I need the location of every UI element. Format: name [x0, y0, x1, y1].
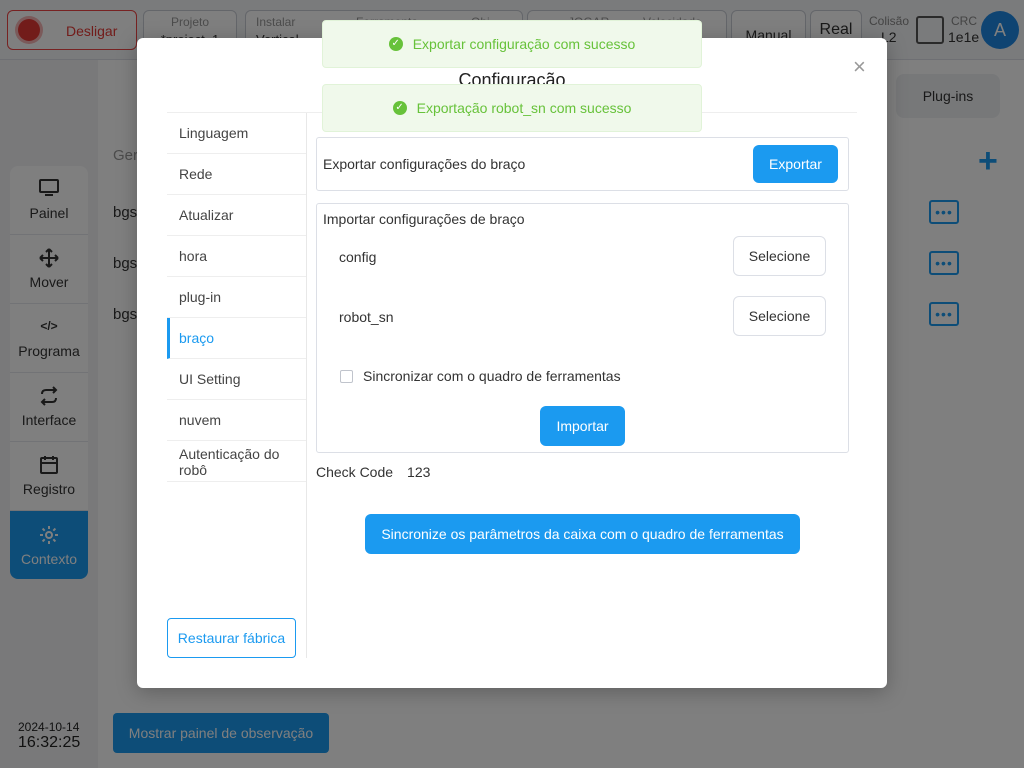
menu-item-atualizar[interactable]: Atualizar — [167, 195, 306, 236]
close-icon[interactable]: × — [853, 56, 866, 78]
check-code-label: Check Code — [316, 464, 394, 480]
select-robot-sn-button[interactable]: Selecione — [733, 296, 826, 336]
check-code: Check Code 123 — [316, 464, 430, 480]
success-toast: ✓ Exportar configuração com sucesso — [322, 20, 702, 68]
check-circle-icon: ✓ — [392, 101, 407, 115]
robot-sn-file-label: robot_sn — [339, 309, 394, 325]
toast-message: Exportar configuração com sucesso — [412, 36, 636, 52]
import-button[interactable]: Importar — [540, 406, 625, 446]
export-button-label: Exportar — [769, 156, 822, 172]
menu-item-label: braço — [179, 330, 215, 346]
settings-dialog: Configuração × Linguagem Rede Atualizar … — [137, 38, 887, 688]
import-title: Importar configurações de braço — [323, 211, 525, 227]
sync-box-params-button[interactable]: Sincronize os parâmetros da caixa com o … — [365, 514, 800, 554]
toast-message: Exportação robot_sn com sucesso — [416, 100, 632, 116]
restore-factory-button[interactable]: Restaurar fábrica — [167, 618, 296, 658]
menu-item-autenticacao[interactable]: Autenticação do robô — [167, 441, 306, 482]
select-config-label: Selecione — [748, 248, 811, 264]
menu-item-label: hora — [179, 248, 208, 264]
menu-item-linguagem[interactable]: Linguagem — [167, 113, 306, 154]
import-button-label: Importar — [556, 418, 609, 434]
check-code-value: 123 — [407, 464, 431, 480]
settings-menu: Linguagem Rede Atualizar hora plug-in br… — [167, 113, 307, 658]
menu-item-plugin[interactable]: plug-in — [167, 277, 306, 318]
export-button[interactable]: Exportar — [753, 145, 838, 183]
export-section: Exportar configurações do braço Exportar — [316, 137, 849, 191]
menu-item-label: Linguagem — [179, 125, 249, 141]
success-toast: ✓ Exportação robot_sn com sucesso — [322, 84, 702, 132]
export-label: Exportar configurações do braço — [323, 156, 526, 172]
select-robot-sn-label: Selecione — [748, 308, 811, 324]
check-circle-icon: ✓ — [388, 37, 403, 51]
menu-item-ui-setting[interactable]: UI Setting — [167, 359, 306, 400]
menu-item-label: nuvem — [179, 412, 222, 428]
config-file-label: config — [339, 249, 377, 265]
menu-item-label: Autenticação do robô — [179, 446, 280, 478]
import-section: Importar configurações de braço config S… — [316, 203, 849, 453]
sync-tool-checkbox[interactable] — [340, 370, 353, 383]
menu-item-rede[interactable]: Rede — [167, 154, 306, 195]
menu-item-label: Atualizar — [179, 207, 234, 223]
sync-box-params-label: Sincronize os parâmetros da caixa com o … — [381, 526, 784, 542]
menu-item-label: UI Setting — [179, 371, 241, 387]
menu-item-label: plug-in — [179, 289, 222, 305]
sync-tool-checkbox-label[interactable]: Sincronizar com o quadro de ferramentas — [363, 368, 621, 384]
select-config-button[interactable]: Selecione — [733, 236, 826, 276]
menu-item-label: Rede — [179, 166, 213, 182]
restore-factory-label: Restaurar fábrica — [177, 630, 286, 646]
menu-item-braco[interactable]: braço — [167, 318, 306, 359]
menu-item-nuvem[interactable]: nuvem — [167, 400, 306, 441]
menu-item-hora[interactable]: hora — [167, 236, 306, 277]
